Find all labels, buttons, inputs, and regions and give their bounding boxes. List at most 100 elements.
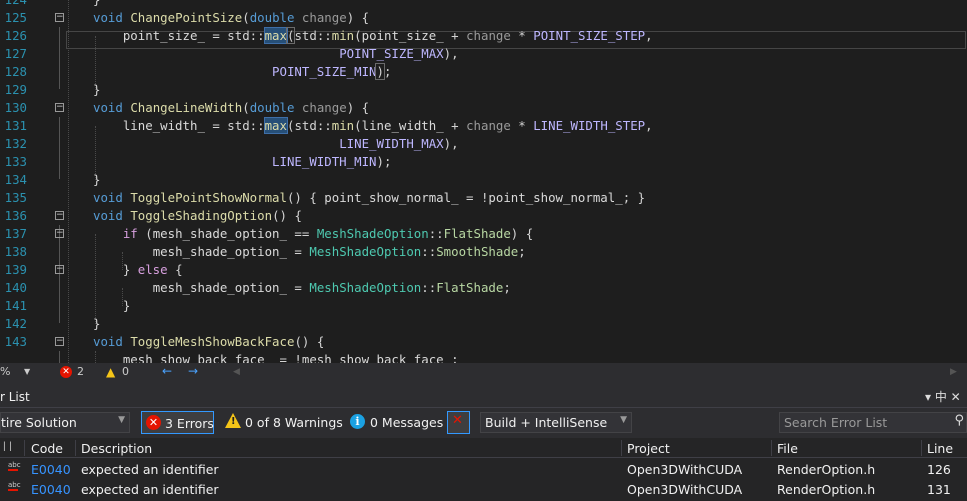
line-number: 140: [4, 280, 27, 295]
error-icon: ✕: [60, 366, 72, 378]
code-text: LINE_WIDTH_MAX),: [339, 136, 459, 151]
code-line: 134 }: [0, 171, 967, 189]
line-number: 137: [4, 226, 27, 241]
collapse-icon[interactable]: −: [55, 337, 64, 346]
collapse-icon[interactable]: −: [55, 13, 64, 22]
errors-filter-button[interactable]: ✕ 3 Errors: [141, 411, 214, 434]
collapse-icon[interactable]: −: [55, 211, 64, 220]
sort-icon[interactable]: ▏▏: [4, 442, 16, 451]
error-project: Open3DWithCUDA: [627, 462, 743, 477]
messages-filter-button[interactable]: i 0 Messages: [348, 411, 443, 434]
code-line: 128 POINT_SIZE_MIN);: [0, 63, 967, 81]
collapse-icon[interactable]: −: [55, 229, 64, 238]
code-text: void ChangePointSize(double change) {: [93, 10, 370, 25]
chevron-down-icon: ▼: [118, 415, 125, 425]
line-number: 134: [4, 172, 27, 187]
editor-warning-count[interactable]: 0: [122, 365, 129, 378]
column-file[interactable]: File: [777, 441, 798, 456]
search-box[interactable]: ⚲: [779, 412, 967, 433]
error-file: RenderOption.h: [777, 462, 876, 477]
code-text: line_width_ = std::max(std::min(line_wid…: [122, 117, 653, 134]
panel-controls[interactable]: ▾ 中 ✕: [925, 388, 961, 405]
code-line: 135 void TogglePointShowNormal() { point…: [0, 189, 967, 207]
build-filter-dropdown[interactable]: Build + IntelliSense ▼: [480, 412, 632, 433]
scroll-left-icon[interactable]: ◀: [233, 367, 240, 377]
editor-status-bar: % ▼ ✕ 2 ▲ 0 ← → ◀ ▶: [0, 363, 967, 382]
line-number: 143: [4, 334, 27, 349]
panel-title-bar: r List ▾ 中 ✕: [0, 382, 967, 408]
column-project[interactable]: Project: [627, 441, 670, 456]
code-line: 130 − void ChangeLineWidth(double change…: [0, 99, 967, 117]
code-line: 139 − } else {: [0, 261, 967, 279]
line-number: 125: [4, 10, 27, 25]
column-description[interactable]: Description: [81, 441, 152, 456]
line-number: 142: [4, 316, 27, 331]
error-line: 126: [927, 462, 951, 477]
table-row[interactable]: abc E0040 expected an identifier Open3DW…: [0, 459, 967, 479]
search-icon[interactable]: ⚲: [954, 413, 964, 428]
code-line: 143 − void ToggleMeshShowBackFace() {: [0, 333, 967, 351]
error-line: 131: [927, 482, 951, 497]
code-line: 141 }: [0, 297, 967, 315]
column-code[interactable]: Code: [31, 441, 63, 456]
code-line: 140 mesh_shade_option_ = MeshShadeOption…: [0, 279, 967, 297]
error-list-toolbar: tire Solution ▼ ✕ 3 Errors 0 of 8 Warnin…: [0, 408, 967, 438]
code-line: 127 POINT_SIZE_MAX),: [0, 45, 967, 63]
collapse-icon[interactable]: −: [55, 265, 64, 274]
code-line: mesh_show_back_face_ = !mesh_show_back_f…: [0, 351, 967, 363]
line-number: 132: [4, 136, 27, 151]
line-number: 127: [4, 46, 27, 61]
arrow-left-icon[interactable]: ←: [162, 364, 172, 378]
error-list-panel: r List ▾ 中 ✕ tire Solution ▼ ✕ 3 Errors …: [0, 382, 967, 501]
line-number: 129: [4, 82, 27, 97]
error-code[interactable]: E0040: [31, 482, 71, 497]
chevron-down-icon: ▼: [620, 415, 627, 425]
warning-icon: [225, 413, 241, 428]
warning-icon: ▲: [106, 365, 116, 379]
error-code[interactable]: E0040: [31, 462, 71, 477]
warnings-filter-label: 0 of 8 Warnings: [245, 415, 343, 430]
collapse-icon[interactable]: −: [55, 103, 64, 112]
line-number: 133: [4, 154, 27, 169]
code-line: 125 − void ChangePointSize(double change…: [0, 9, 967, 27]
build-filter-value: Build + IntelliSense: [485, 415, 608, 430]
line-number: 126: [4, 28, 27, 43]
warnings-filter-button[interactable]: 0 of 8 Warnings: [223, 411, 343, 434]
code-line: 132 LINE_WIDTH_MAX),: [0, 135, 967, 153]
line-number: 128: [4, 64, 27, 79]
scope-dropdown[interactable]: tire Solution ▼: [0, 412, 130, 433]
line-number: 130: [4, 100, 27, 115]
intellisense-error-icon: abc: [8, 481, 21, 491]
code-text: if (mesh_shade_option_ == MeshShadeOptio…: [122, 226, 534, 241]
code-editor[interactable]: 124 } 125 − void ChangePointSize(double …: [0, 0, 967, 363]
messages-filter-label: 0 Messages: [370, 415, 444, 430]
search-input[interactable]: [784, 414, 944, 431]
table-header: ▏▏ Code Description Project File Line: [0, 438, 967, 458]
code-text: }: [93, 0, 100, 9]
editor-error-count[interactable]: 2: [77, 365, 84, 378]
chevron-down-icon[interactable]: ▼: [24, 367, 30, 376]
line-number: 139: [4, 262, 27, 277]
errors-filter-label: 3 Errors: [165, 416, 214, 431]
panel-title: r List: [0, 390, 30, 404]
code-text: }: [93, 316, 101, 331]
code-text: LINE_WIDTH_MIN);: [272, 154, 392, 169]
error-icon: ✕: [146, 415, 161, 430]
code-text: mesh_show_back_face_ = !mesh_show_back_f…: [122, 352, 459, 363]
code-text: void ChangeLineWidth(double change) {: [93, 100, 370, 115]
scroll-right-icon[interactable]: ▶: [950, 367, 957, 377]
code-line: 137 − if (mesh_shade_option_ == MeshShad…: [0, 225, 967, 243]
code-line: 133 LINE_WIDTH_MIN);: [0, 153, 967, 171]
code-line: 131 line_width_ = std::max(std::min(line…: [0, 117, 967, 135]
filter-toggle-button[interactable]: ✕: [447, 411, 470, 434]
zoom-level[interactable]: %: [0, 365, 10, 378]
intellisense-error-icon: abc: [8, 461, 21, 471]
info-icon: i: [350, 414, 365, 429]
column-line[interactable]: Line: [927, 441, 953, 456]
line-number: 136: [4, 208, 27, 223]
scope-value: tire Solution: [1, 415, 77, 430]
line-number: 141: [4, 298, 27, 313]
arrow-right-icon[interactable]: →: [188, 364, 198, 378]
table-row[interactable]: abc E0040 expected an identifier Open3DW…: [0, 479, 967, 499]
line-number: 135: [4, 190, 27, 205]
